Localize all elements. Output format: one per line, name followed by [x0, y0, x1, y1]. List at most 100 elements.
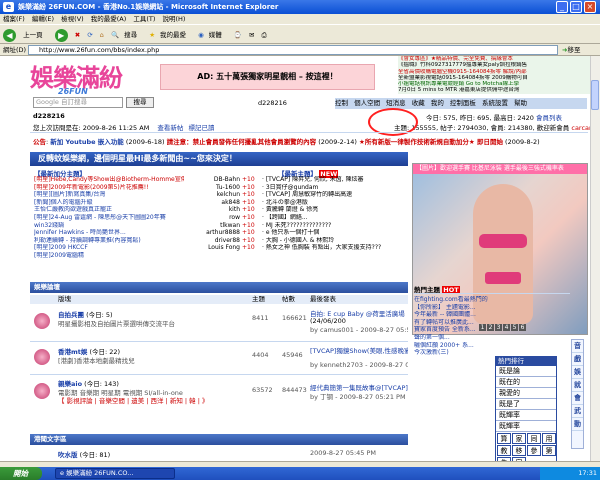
close-button[interactable]: ×	[584, 1, 596, 13]
popup-grid-button[interactable]: 第	[542, 445, 556, 456]
maximize-button[interactable]: □	[570, 1, 582, 13]
menu-edit[interactable]: 編輯(E)	[32, 15, 54, 23]
minimize-button[interactable]: _	[556, 1, 568, 13]
popup-item[interactable]: 既輝率	[496, 421, 556, 432]
plus-topic-user[interactable]: kith	[184, 206, 240, 214]
nav-item[interactable]: 控制	[335, 99, 348, 107]
announcement-link[interactable]: 請注意：禁止會員發佈任何擾亂其他會員瀏覽的內容	[167, 138, 317, 146]
clock-time[interactable]: 17:31	[578, 469, 597, 477]
mark-read-link[interactable]: 標記已讀	[188, 124, 214, 132]
hot-topic-link[interactable]: 有了轉帖可以推廣此...	[414, 319, 494, 327]
popup-grid-button[interactable]: 參	[527, 445, 541, 456]
hot-topic-link[interactable]: 【你所影】 主題電影...	[414, 304, 494, 312]
side-tab[interactable]: 音	[572, 340, 583, 353]
stop-icon[interactable]: ✖	[75, 31, 80, 39]
plus-topic-link[interactable]: win32錢鍋	[34, 222, 184, 230]
nav-item[interactable]: 幫助	[514, 99, 527, 107]
forum-section-header[interactable]: 娛樂論壇	[30, 282, 408, 293]
new-topic-link[interactable]: · [TVCAP] 周慧敏穿竹的轉出高速	[262, 191, 410, 199]
new-topic-link[interactable]: · 大胸 - 小德國人 & 林熙玲	[262, 237, 410, 245]
plus-topic-user[interactable]: driver88	[184, 237, 240, 245]
plus-topic-link[interactable]: Jennifer Hawkins - 時尚艷世界...	[34, 229, 184, 237]
search-button[interactable]: 🔍 搜尋	[111, 31, 142, 39]
hot-topic-link[interactable]: 今年最新 -- 韓國團體...	[414, 311, 494, 319]
address-input[interactable]: http://www.26fun.com/bbs/index.php	[28, 45, 558, 55]
side-tab[interactable]: 動	[572, 418, 583, 431]
menu-favorites[interactable]: 我的最愛(A)	[91, 15, 127, 23]
scrollbar-thumb[interactable]	[591, 80, 599, 110]
menu-view[interactable]: 檢視(V)	[61, 15, 84, 23]
hot-topic-link[interactable]: 曬個紅顏 2000+ 系...	[414, 342, 494, 350]
plus-topic-user[interactable]: ak848	[184, 199, 240, 207]
popup-item[interactable]: 既在的	[496, 377, 556, 388]
user-name[interactable]: d228216	[33, 112, 65, 120]
side-tab[interactable]: 會	[572, 392, 583, 405]
nav-item[interactable]: 短消息	[386, 99, 406, 107]
announcement-link[interactable]: ★所有新版一律製作技術新規自動加分★ 即日開始	[359, 138, 503, 146]
forum-row[interactable]: 自拍兵團 (今日: 5) 明星攝影相及自拍圖片票選哄傳交流平台 8411 166…	[30, 306, 408, 340]
promo-banner[interactable]: 反轉蚊娛樂網，邊個明星最Hi最多新聞由~~您來決定！	[30, 152, 408, 166]
mail-icon[interactable]: ✉	[249, 31, 254, 39]
plus-topic-link[interactable]: 利勒連續轉 - 持續調轉專業推(內容寬鬆)	[34, 237, 184, 245]
new-posts-link[interactable]: 查看新帖	[157, 124, 183, 132]
new-topic-link[interactable]: · 【跨國】網絡...	[262, 214, 410, 222]
vertical-scrollbar[interactable]	[590, 56, 600, 461]
photo-page-button[interactable]: 5	[511, 324, 518, 331]
popup-grid-button[interactable]: 移	[512, 445, 526, 456]
announcement-link[interactable]: 新加 Youtube 嵌入功能	[50, 138, 124, 146]
plus-topic-user[interactable]: Louis Fong	[184, 244, 240, 252]
side-tab[interactable]: 娛	[572, 366, 583, 379]
member-list-link[interactable]: 會員列表	[536, 114, 562, 122]
forum-section-header[interactable]: 港聞文字區	[30, 434, 408, 445]
forum-name[interactable]: 吹水版	[58, 451, 78, 459]
popup-item[interactable]: 既是了	[496, 399, 556, 410]
forum-row[interactable]: 親樂aio (今日: 143) 電影期 音樂期 明星期 電視期 SI/all-i…	[30, 376, 408, 410]
new-topic-link[interactable]: · MJ 未死??????????????	[262, 222, 410, 230]
side-tab[interactable]: 就	[572, 379, 583, 392]
menu-file[interactable]: 檔案(F)	[3, 15, 25, 23]
plus-topic-user[interactable]: tlkwan	[184, 222, 240, 230]
popup-grid-button[interactable]: 教	[497, 445, 511, 456]
popup-item[interactable]: 既是論	[496, 366, 556, 377]
new-topic-link[interactable]: · 3日賞仔@gundam	[262, 184, 410, 192]
plus-topic-user[interactable]: arthur8888	[184, 229, 240, 237]
favorites-button[interactable]: ★ 我的最愛	[149, 31, 191, 39]
nav-item[interactable]: 我的	[431, 99, 444, 107]
refresh-icon[interactable]: ⟳	[87, 31, 92, 39]
nav-username[interactable]: d228216	[258, 99, 287, 107]
new-topic-link[interactable]: · e 他只系一個打十個	[262, 229, 410, 237]
newest-member-link[interactable]: carcarcar	[571, 124, 590, 132]
nav-item[interactable]: 控制面板	[450, 99, 476, 107]
photo-page-button[interactable]: 3	[495, 324, 502, 331]
new-topic-link[interactable]: · [TVCAP] 陳昇兒, 何欣, 朱茵, 陳炫審	[262, 176, 410, 184]
go-button[interactable]: ➜移至	[562, 45, 592, 55]
new-topic-link[interactable]: · 黃騰轉 蘭燈 & 徐亮	[262, 206, 410, 214]
hot-topic-link[interactable]: 寶家首度預告 全新系...	[414, 326, 494, 334]
taskbar-item-ie[interactable]: e 娛樂滿紛 26FUN.CO...	[55, 468, 175, 479]
plus-topic-user[interactable]: row	[184, 214, 240, 222]
start-button[interactable]: 開始	[0, 467, 42, 480]
forward-button[interactable]: ▶	[54, 28, 68, 42]
plus-topic-link[interactable]: [明星]Hebe,Candy等Show出@Biotherm-Homme宣傳	[34, 176, 184, 184]
ad-banner[interactable]: AD: 五十萬張獨家明星靚相 – 按這裡！	[160, 64, 375, 90]
plus-topic-user[interactable]: DB-Bahn	[184, 176, 240, 184]
photo-page-button[interactable]: 6	[519, 324, 526, 331]
search-submit-button[interactable]: 搜尋	[126, 97, 154, 108]
print-icon[interactable]: ⎙	[262, 31, 267, 39]
photo-page-button[interactable]: 4	[503, 324, 510, 331]
nav-item[interactable]: 收藏	[412, 99, 425, 107]
forum-last-post[interactable]: [TVCAP]獨鏡Show(美眼,性感晚宴/來梟)@深圳...	[310, 345, 408, 355]
hot-topic-link[interactable]: 聲的第一個...	[414, 334, 494, 342]
popup-grid-button[interactable]: 家	[512, 433, 526, 444]
plus-topic-link[interactable]: [明星]2009 HKCCF	[34, 244, 184, 252]
media-button[interactable]: ◉ 媒體	[198, 31, 227, 39]
plus-topic-link[interactable]: [明星]24-Aug 雷霆網 - 陳思彤@天下圖圖20年賽	[34, 214, 184, 222]
plus-topic-link[interactable]: [明星]2009電腦精	[34, 252, 184, 260]
popup-grid-button[interactable]: 算	[497, 433, 511, 444]
home-icon[interactable]: ⌂	[100, 31, 104, 39]
menu-help[interactable]: 說明(H)	[163, 15, 186, 23]
plus-topic-link[interactable]: [明星]2009年新電影(2009第5)片花推薦!!	[34, 184, 184, 192]
forum-row[interactable]: 吹水版 (今日: 81)	[58, 449, 110, 459]
nav-item[interactable]: 個人空間	[354, 99, 380, 107]
menu-tools[interactable]: 工具(T)	[133, 15, 155, 23]
